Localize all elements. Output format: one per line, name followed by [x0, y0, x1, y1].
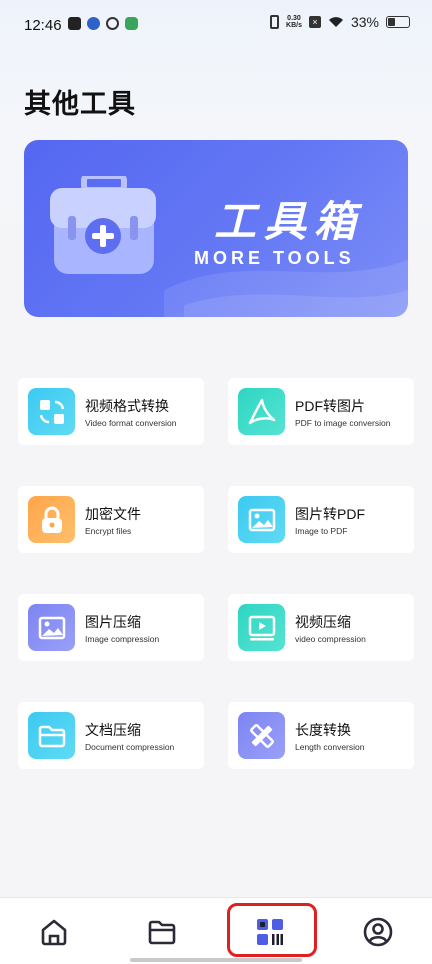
battery-percent: 33%	[350, 14, 379, 30]
status-indicators: 0.30 KB/s × 33%	[270, 14, 410, 30]
folder-icon	[28, 712, 75, 759]
profile-icon	[363, 917, 393, 947]
status-time: 12:46	[24, 17, 62, 34]
lock-icon	[28, 496, 75, 543]
tool-video-compression[interactable]: 视频压缩 video compression	[228, 594, 414, 661]
status-bar: 12:46 0.30 KB/s × 33%	[0, 0, 432, 52]
folder-icon	[148, 920, 176, 945]
gesture-home-bar[interactable]	[130, 958, 302, 962]
tool-name: 长度转换	[295, 722, 351, 738]
tool-image-compression[interactable]: 图片压缩 Image compression	[18, 594, 204, 661]
tool-name: 图片压缩	[85, 614, 141, 630]
tool-subtitle: video compression	[295, 634, 366, 644]
network-speed-value: 0.30	[287, 15, 301, 22]
app-notification-icon	[87, 17, 100, 30]
notification-icons	[68, 17, 138, 30]
nav-files[interactable]	[142, 912, 182, 952]
tool-name: 视频压缩	[295, 614, 351, 630]
network-speed: 0.30 KB/s	[286, 15, 302, 29]
tool-video-format-conversion[interactable]: 视频格式转换 Video format conversion	[18, 378, 204, 445]
tool-subtitle: Image compression	[85, 634, 160, 644]
tool-encrypt-files[interactable]: 加密文件 Encrypt files	[18, 486, 204, 553]
page-title: 其他工具	[24, 89, 136, 119]
toolbox-icon	[50, 176, 156, 274]
image-icon	[238, 496, 285, 543]
ruler-pencil-icon	[238, 712, 285, 759]
tool-subtitle: Encrypt files	[85, 526, 132, 536]
app-notification-icon	[125, 17, 138, 30]
banner-subtitle: MORE TOOLS	[194, 248, 355, 268]
video-play-icon	[238, 604, 285, 651]
tool-name: 图片转PDF	[295, 506, 365, 522]
image-icon	[28, 604, 75, 651]
nav-home[interactable]	[34, 912, 74, 952]
tool-subtitle: Image to PDF	[295, 526, 348, 536]
pdf-icon	[238, 388, 285, 435]
tool-name: PDF转图片	[295, 398, 365, 414]
home-icon	[41, 919, 67, 946]
tool-subtitle: PDF to image conversion	[295, 418, 391, 428]
tool-name: 文档压缩	[85, 722, 141, 738]
video-convert-icon	[28, 388, 75, 435]
tool-subtitle: Length conversion	[295, 742, 365, 752]
tool-subtitle: Video format conversion	[85, 418, 177, 428]
tool-name: 加密文件	[85, 506, 141, 522]
tool-document-compression[interactable]: 文档压缩 Document compression	[18, 702, 204, 769]
vibrate-icon	[270, 15, 280, 29]
banner-title: 工具箱	[214, 198, 365, 245]
tool-image-to-pdf[interactable]: 图片转PDF Image to PDF	[228, 486, 414, 553]
active-tab-highlight	[227, 903, 317, 957]
battery-icon	[386, 16, 410, 28]
toolbox-banner[interactable]: 工具箱 MORE TOOLS	[24, 140, 408, 317]
nav-profile[interactable]	[358, 912, 398, 952]
tool-subtitle: Document compression	[85, 742, 175, 752]
sim-off-icon: ×	[308, 16, 321, 28]
wifi-icon	[328, 17, 343, 27]
tool-pdf-to-image[interactable]: PDF转图片 PDF to image conversion	[228, 378, 414, 445]
link-app-icon	[106, 17, 119, 30]
tiktok-icon	[68, 17, 81, 30]
tool-length-conversion[interactable]: 长度转换 Length conversion	[228, 702, 414, 769]
bottom-navigation	[0, 897, 432, 964]
network-speed-unit: KB/s	[286, 22, 302, 29]
tool-name: 视频格式转换	[85, 398, 169, 414]
